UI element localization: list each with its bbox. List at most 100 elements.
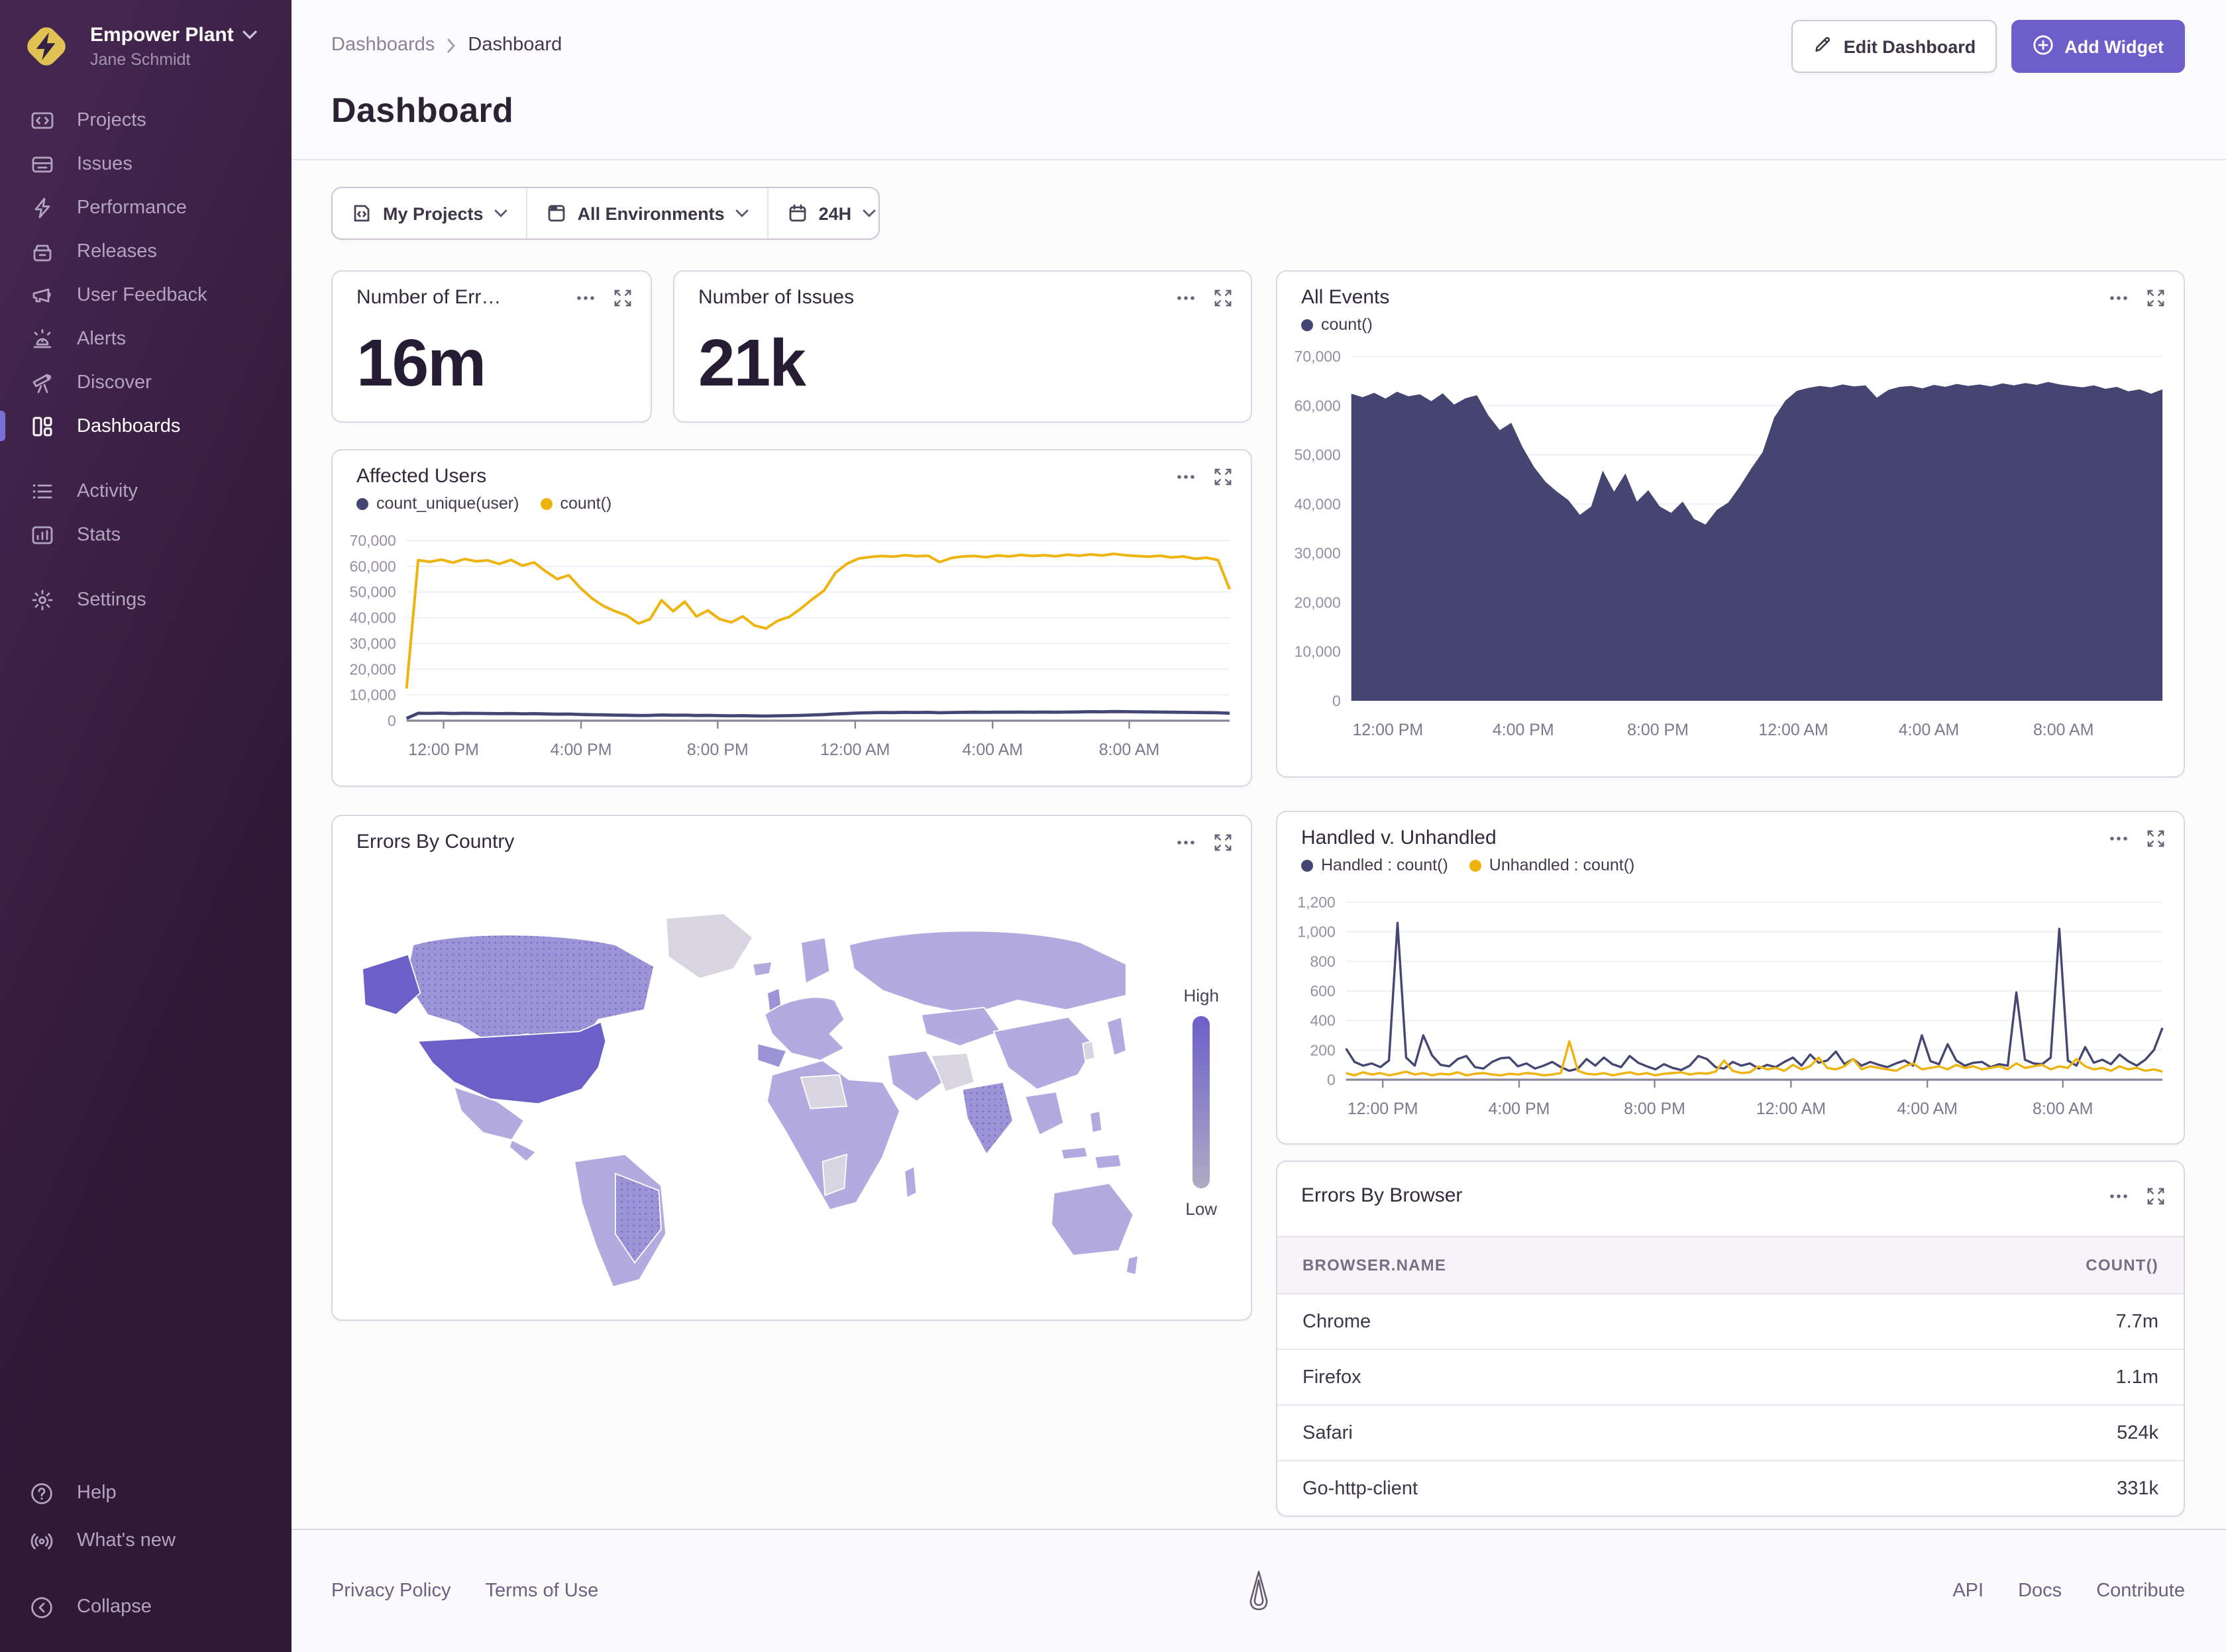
table-header: BROWSER.NAME COUNT() — [1277, 1236, 2184, 1294]
expand-icon[interactable] — [2146, 289, 2165, 307]
ellipsis-menu-icon[interactable] — [2109, 295, 2128, 301]
dashboards-icon — [29, 413, 54, 439]
affected-users-chart: 010,00020,00030,00040,00050,00060,00070,… — [333, 527, 1251, 779]
sidebar-item-whats-new[interactable]: What's new — [0, 1517, 292, 1565]
legend-item: Unhandled : count() — [1469, 856, 1635, 874]
privacy-policy-link[interactable]: Privacy Policy — [331, 1580, 451, 1602]
svg-text:40,000: 40,000 — [1295, 495, 1341, 513]
sidebar-item-discover[interactable]: Discover — [0, 360, 292, 404]
topbar: Dashboards Dashboard Edit Dashboard Add … — [292, 0, 2226, 160]
breadcrumb: Dashboards Dashboard — [331, 34, 562, 56]
sidebar-item-help[interactable]: Help — [0, 1469, 292, 1517]
expand-icon[interactable] — [1214, 833, 1232, 852]
sidebar-item-releases[interactable]: Releases — [0, 229, 292, 273]
legend-label: count_unique(user) — [376, 494, 519, 513]
expand-icon[interactable] — [2146, 829, 2165, 848]
sidebar-item-label: Settings — [77, 589, 146, 610]
page-title: Dashboard — [331, 90, 513, 131]
expand-icon[interactable] — [613, 289, 632, 307]
sidebar-item-stats[interactable]: Stats — [0, 513, 292, 556]
browser-count: 1.1m — [2116, 1367, 2159, 1388]
svg-text:30,000: 30,000 — [1295, 544, 1341, 562]
sidebar-item-label: Stats — [77, 524, 121, 545]
svg-text:12:00 PM: 12:00 PM — [1348, 1100, 1418, 1118]
ellipsis-menu-icon[interactable] — [576, 295, 595, 301]
sidebar-item-projects[interactable]: Projects — [0, 98, 292, 142]
widget-title: Handled v. Unhandled — [1301, 827, 2109, 849]
table-row: Safari 524k — [1277, 1404, 2184, 1460]
widget-all-events: All Events count() 010,00020,00030,00040… — [1276, 270, 2185, 778]
browser-count: 524k — [2117, 1422, 2158, 1443]
api-link[interactable]: API — [1952, 1580, 1984, 1602]
terms-of-use-link[interactable]: Terms of Use — [486, 1580, 599, 1602]
map-legend: High Low — [1184, 986, 1220, 1219]
expand-icon[interactable] — [1214, 289, 1232, 307]
ellipsis-menu-icon[interactable] — [1177, 474, 1195, 480]
svg-text:12:00 AM: 12:00 AM — [1756, 1100, 1826, 1118]
settings-icon — [29, 587, 54, 612]
sidebar-collapse-button[interactable]: Collapse — [0, 1583, 292, 1631]
sidebar-nav: Projects Issues Performance Releases Use… — [0, 98, 292, 621]
dashboard-canvas: Number of Err… 16m Number of Issues — [292, 160, 2226, 1529]
widget-title: Errors By Browser — [1301, 1184, 2109, 1207]
ellipsis-menu-icon[interactable] — [2109, 1194, 2128, 1199]
org-switcher[interactable]: Empower Plant Jane Schmidt — [0, 0, 292, 98]
svg-text:20,000: 20,000 — [1295, 594, 1341, 611]
edit-dashboard-button[interactable]: Edit Dashboard — [1792, 20, 1997, 73]
table-body: Chrome 7.7m Firefox 1.1m Safari 524k Go-… — [1277, 1294, 2184, 1516]
sidebar-item-issues[interactable]: Issues — [0, 142, 292, 185]
svg-text:8:00 AM: 8:00 AM — [1099, 741, 1159, 759]
sidebar-item-label: Releases — [77, 240, 157, 262]
sidebar-item-dashboards[interactable]: Dashboards — [0, 404, 292, 448]
big-number-value: 21k — [698, 325, 805, 401]
issues-icon — [29, 151, 54, 176]
add-widget-button[interactable]: Add Widget — [2011, 20, 2185, 73]
sidebar-item-label: Issues — [77, 153, 132, 174]
legend-label: Handled : count() — [1321, 856, 1448, 874]
handled-chart: 02004006008001,0001,20012:00 PM4:00 PM8:… — [1277, 889, 2184, 1138]
breadcrumb-dashboards-link[interactable]: Dashboards — [331, 34, 435, 56]
sidebar-item-label: User Feedback — [77, 284, 207, 305]
widget-title: Errors By Country — [356, 831, 1177, 853]
sidebar-item-label: Performance — [77, 197, 187, 218]
activity-icon — [29, 478, 54, 503]
sidebar-item-activity[interactable]: Activity — [0, 469, 292, 513]
contribute-link[interactable]: Contribute — [2096, 1580, 2185, 1602]
sidebar-item-performance[interactable]: Performance — [0, 185, 292, 229]
widget-errors-by-browser: Errors By Browser BROWSER.NAME COUNT() C… — [1276, 1161, 2185, 1517]
svg-text:60,000: 60,000 — [350, 558, 396, 575]
alerts-icon — [29, 326, 54, 351]
ellipsis-menu-icon[interactable] — [1177, 295, 1195, 301]
collapse-icon — [29, 1594, 54, 1620]
discover-icon — [29, 370, 54, 395]
main-content: Dashboards Dashboard Edit Dashboard Add … — [292, 0, 2226, 1652]
column-browser-name: BROWSER.NAME — [1302, 1256, 1446, 1274]
svg-text:12:00 AM: 12:00 AM — [820, 741, 890, 759]
widget-affected-users: Affected Users count_unique(user) count(… — [331, 449, 1252, 787]
sidebar-item-alerts[interactable]: Alerts — [0, 317, 292, 360]
legend-item: count() — [1301, 315, 1373, 334]
table-row: Chrome 7.7m — [1277, 1294, 2184, 1349]
legend-label: count() — [1321, 315, 1373, 334]
widget-number-of-errors: Number of Err… 16m — [331, 270, 652, 423]
ellipsis-menu-icon[interactable] — [1177, 840, 1195, 845]
svg-text:800: 800 — [1310, 953, 1336, 970]
ellipsis-menu-icon[interactable] — [2109, 836, 2128, 841]
legend-dot — [540, 497, 552, 509]
expand-icon[interactable] — [1214, 468, 1232, 486]
table-row: Firefox 1.1m — [1277, 1349, 2184, 1404]
sidebar-item-label: Help — [77, 1482, 117, 1504]
svg-text:40,000: 40,000 — [350, 609, 396, 627]
sidebar-item-settings[interactable]: Settings — [0, 578, 292, 621]
stats-icon — [29, 522, 54, 547]
sidebar-item-user-feedback[interactable]: User Feedback — [0, 273, 292, 317]
docs-link[interactable]: Docs — [2018, 1580, 2062, 1602]
svg-text:70,000: 70,000 — [350, 532, 396, 549]
svg-text:4:00 AM: 4:00 AM — [1899, 721, 1959, 739]
expand-icon[interactable] — [2146, 1187, 2165, 1206]
svg-text:12:00 PM: 12:00 PM — [1352, 721, 1423, 739]
svg-text:30,000: 30,000 — [350, 635, 396, 652]
sentry-logo — [1242, 1569, 1276, 1614]
svg-text:4:00 AM: 4:00 AM — [1897, 1100, 1957, 1118]
sidebar-item-label: Activity — [77, 480, 138, 501]
